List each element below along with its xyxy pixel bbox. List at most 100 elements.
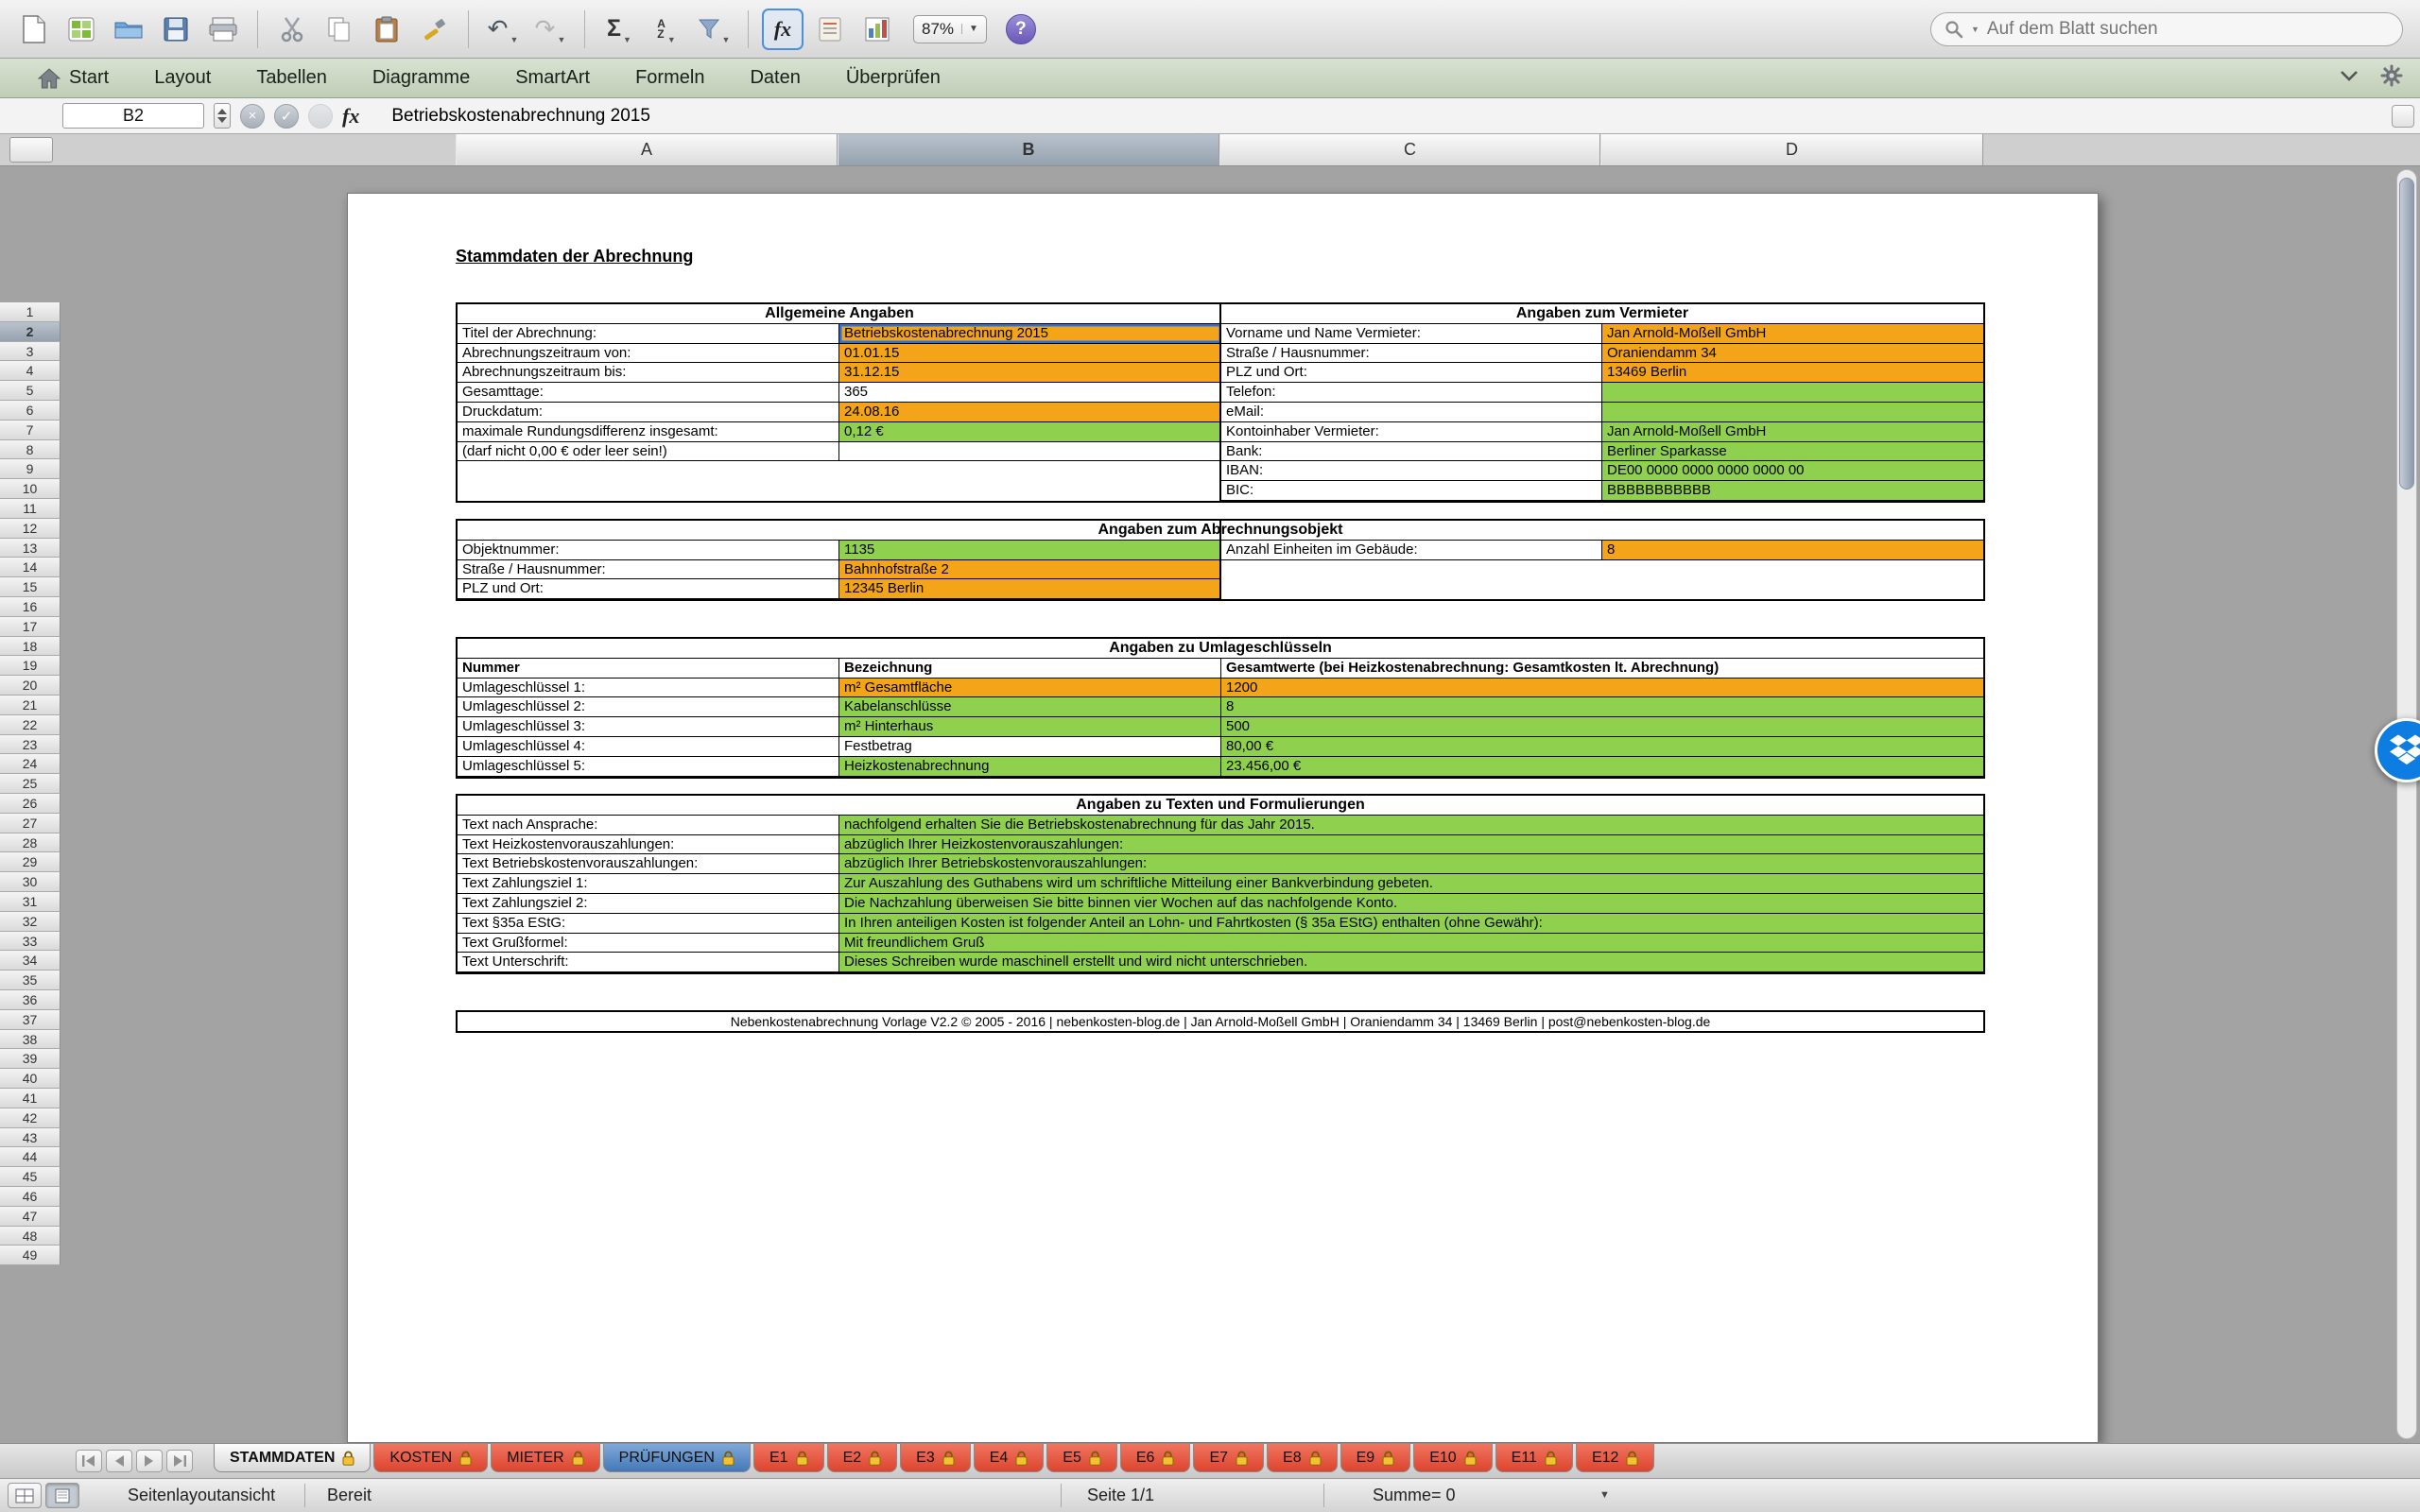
value-cell[interactable]: 01.01.15 bbox=[839, 343, 1221, 364]
row-header-19[interactable]: 19 bbox=[0, 656, 60, 677]
sheet-tab-e11[interactable]: E11 bbox=[1495, 1444, 1573, 1472]
sheet-tab-e12[interactable]: E12 bbox=[1575, 1444, 1655, 1472]
label-cell[interactable]: Text Unterschrift: bbox=[458, 953, 839, 973]
label-cell[interactable]: Text nach Ansprache: bbox=[458, 815, 839, 835]
label-cell[interactable]: Text Heizkostenvorauszahlungen: bbox=[458, 834, 839, 855]
sheet-tab-mieter[interactable]: MIETER bbox=[491, 1444, 600, 1472]
sheet-tab-prüfungen[interactable]: PRÜFUNGEN bbox=[602, 1444, 751, 1472]
value-cell[interactable]: 12345 Berlin bbox=[839, 579, 1221, 600]
ribbon-tab-diagramme[interactable]: Diagramme bbox=[350, 59, 493, 97]
row-header-10[interactable]: 10 bbox=[0, 479, 60, 499]
active-cell-b2[interactable]: Betriebskostenabrechnung 2015 bbox=[839, 323, 1221, 344]
value-cell[interactable]: Mit freundlichem Gruß bbox=[839, 933, 1983, 954]
sheet-tab-e10[interactable]: E10 bbox=[1413, 1444, 1493, 1472]
redo-button[interactable]: ↷ ▼ bbox=[529, 9, 571, 50]
sheet-tab-e2[interactable]: E2 bbox=[826, 1444, 898, 1472]
label-cell[interactable]: IBAN: bbox=[1221, 461, 1602, 482]
column-header-c[interactable]: C bbox=[1219, 134, 1600, 165]
value-cell[interactable]: Festbetrag bbox=[839, 737, 1221, 757]
value-cell[interactable]: abzüglich Ihrer Heizkostenvorauszahlunge… bbox=[839, 834, 1983, 855]
value-cell[interactable]: Bahnhofstraße 2 bbox=[839, 559, 1221, 580]
row-header-4[interactable]: 4 bbox=[0, 361, 60, 382]
row-header-33[interactable]: 33 bbox=[0, 931, 60, 952]
label-cell[interactable]: eMail: bbox=[1221, 403, 1602, 422]
sheet-tab-e4[interactable]: E4 bbox=[973, 1444, 1045, 1472]
row-header-48[interactable]: 48 bbox=[0, 1226, 60, 1246]
value-cell[interactable] bbox=[1602, 403, 1983, 422]
row-header-44[interactable]: 44 bbox=[0, 1147, 60, 1168]
value-cell[interactable]: Jan Arnold-Moßell GmbH bbox=[1602, 421, 1983, 442]
value-cell[interactable]: m² Gesamtfläche bbox=[839, 678, 1221, 698]
label-cell[interactable]: Umlageschlüssel 4: bbox=[458, 737, 839, 757]
search-input[interactable] bbox=[1986, 19, 2389, 40]
ribbon-tab-layout[interactable]: Layout bbox=[131, 59, 233, 97]
row-header-12[interactable]: 12 bbox=[0, 518, 60, 539]
row-header-8[interactable]: 8 bbox=[0, 439, 60, 460]
formula-builder-button[interactable]: fx bbox=[762, 8, 804, 50]
row-header-20[interactable]: 20 bbox=[0, 676, 60, 696]
label-cell[interactable]: Druckdatum: bbox=[458, 403, 839, 422]
row-header-5[interactable]: 5 bbox=[0, 381, 60, 401]
charts-button[interactable] bbox=[856, 9, 898, 50]
row-header-40[interactable]: 40 bbox=[0, 1069, 60, 1089]
value-cell[interactable]: Heizkostenabrechnung bbox=[839, 756, 1221, 777]
label-cell[interactable]: Text Grußformel: bbox=[458, 933, 839, 954]
row-header-23[interactable]: 23 bbox=[0, 734, 60, 755]
label-cell[interactable]: PLZ und Ort: bbox=[458, 579, 839, 600]
ribbon-tab-start[interactable]: Start bbox=[15, 59, 131, 97]
value-cell[interactable]: 31.12.15 bbox=[839, 363, 1221, 384]
row-header-32[interactable]: 32 bbox=[0, 911, 60, 932]
value-cell[interactable]: Dieses Schreiben wurde maschinell erstel… bbox=[839, 953, 1983, 973]
column-header-d[interactable]: D bbox=[1600, 134, 1983, 165]
label-cell[interactable]: Umlageschlüssel 1: bbox=[458, 678, 839, 698]
toolbox-button[interactable] bbox=[809, 9, 851, 50]
cut-button[interactable] bbox=[271, 9, 313, 50]
value-cell[interactable]: 8 bbox=[1221, 697, 1983, 718]
row-header-26[interactable]: 26 bbox=[0, 794, 60, 814]
next-sheet-button[interactable] bbox=[136, 1450, 163, 1472]
row-header-24[interactable]: 24 bbox=[0, 754, 60, 775]
row-header-22[interactable]: 22 bbox=[0, 714, 60, 735]
ribbon-tab-tabellen[interactable]: Tabellen bbox=[233, 59, 350, 97]
label-cell[interactable]: Objektnummer: bbox=[458, 540, 839, 560]
last-sheet-button[interactable] bbox=[166, 1450, 193, 1472]
value-cell[interactable]: BBBBBBBBBBB bbox=[1602, 481, 1983, 501]
row-header-6[interactable]: 6 bbox=[0, 401, 60, 421]
row-header-1[interactable]: 1 bbox=[0, 302, 60, 322]
column-header-nummer[interactable]: Nummer bbox=[458, 658, 839, 679]
row-header-7[interactable]: 7 bbox=[0, 420, 60, 440]
label-cell[interactable]: Text Zahlungsziel 1: bbox=[458, 874, 839, 894]
row-header-31[interactable]: 31 bbox=[0, 892, 60, 912]
filter-button[interactable]: ▼ bbox=[693, 9, 735, 50]
label-cell[interactable]: Umlageschlüssel 5: bbox=[458, 756, 839, 777]
row-header-39[interactable]: 39 bbox=[0, 1049, 60, 1070]
row-header-42[interactable]: 42 bbox=[0, 1108, 60, 1128]
page-title[interactable]: Stammdaten der Abrechnung bbox=[456, 247, 693, 266]
label-cell[interactable]: PLZ und Ort: bbox=[1221, 363, 1602, 384]
search-field[interactable]: ▼ bbox=[1930, 12, 2403, 46]
value-cell[interactable]: 1200 bbox=[1221, 678, 1983, 698]
sheet-tab-stammdaten[interactable]: STAMMDATEN bbox=[214, 1444, 372, 1472]
section-header-texte[interactable]: Angaben zu Texten und Formulierungen bbox=[458, 796, 1983, 816]
row-header-36[interactable]: 36 bbox=[0, 990, 60, 1010]
section-header-angaben-vermieter[interactable]: Angaben zum Vermieter bbox=[1221, 304, 1983, 324]
row-header-29[interactable]: 29 bbox=[0, 852, 60, 873]
value-cell[interactable]: Die Nachzahlung überweisen Sie bitte bin… bbox=[839, 894, 1983, 914]
value-cell[interactable]: Jan Arnold-Moßell GmbH bbox=[1602, 323, 1983, 344]
row-header-13[interactable]: 13 bbox=[0, 538, 60, 558]
sheet-tab-e3[interactable]: E3 bbox=[900, 1444, 971, 1472]
column-header-gesamtwerte[interactable]: Gesamtwerte (bei Heizkostenabrechnung: G… bbox=[1221, 658, 1983, 679]
column-header-a[interactable]: A bbox=[456, 134, 838, 165]
value-cell[interactable]: 1135 bbox=[839, 540, 1221, 560]
help-button[interactable]: ? bbox=[1005, 13, 1036, 44]
new-workbook-button[interactable] bbox=[13, 9, 55, 50]
label-cell[interactable]: Gesamttage: bbox=[458, 383, 839, 403]
row-header-34[interactable]: 34 bbox=[0, 951, 60, 971]
sort-button[interactable]: AZ ▼ bbox=[646, 9, 687, 50]
save-button[interactable] bbox=[155, 9, 197, 50]
sheet-tab-e7[interactable]: E7 bbox=[1193, 1444, 1265, 1472]
label-cell[interactable]: Abrechnungszeitraum bis: bbox=[458, 363, 839, 384]
label-cell[interactable]: BIC: bbox=[1221, 481, 1602, 501]
sum-dropdown-arrow[interactable]: ▼ bbox=[1599, 1489, 1610, 1501]
select-all-corner[interactable] bbox=[9, 137, 53, 163]
